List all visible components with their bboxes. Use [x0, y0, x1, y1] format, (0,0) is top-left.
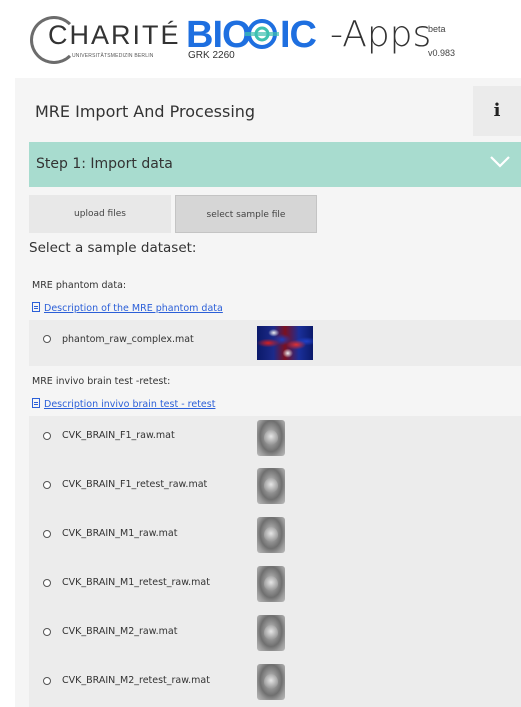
select-dataset-heading: Select a sample dataset: — [29, 240, 197, 256]
phantom-description-link[interactable]: Description of the MRE phantom data — [32, 302, 223, 314]
version-label: v0.983 — [428, 48, 456, 58]
step-1-header[interactable]: Step 1: Import data — [29, 142, 521, 187]
step-1-label: Step 1: Import data — [36, 156, 173, 172]
option-label[interactable]: CVK_BRAIN_F1_raw.mat — [62, 430, 175, 441]
document-icon — [32, 302, 40, 312]
option-label: phantom_raw_complex.mat — [62, 334, 194, 345]
brain-thumbnail — [257, 615, 285, 651]
brain-group-label: MRE invivo brain test -retest: — [32, 376, 171, 387]
chevron-down-icon[interactable] — [489, 154, 511, 170]
bioqic-logo: BIO IC GRK 2260 — [186, 14, 326, 64]
charite-logo-subtext: UNIVERSITÄTSMEDIZIN BERLIN — [72, 53, 154, 59]
panel-title: MRE Import And Processing — [35, 102, 256, 121]
option-label[interactable]: CVK_BRAIN_M1_raw.mat — [62, 528, 177, 539]
option-label[interactable]: CVK_BRAIN_M2_raw.mat — [62, 626, 177, 637]
brain-description-link-text: Description invivo brain test - retest — [44, 399, 216, 410]
mre-import-panel: MRE Import And Processing i Step 1: Impo… — [15, 78, 521, 707]
radio-button[interactable] — [43, 530, 51, 538]
grk-label: GRK 2260 — [188, 50, 235, 61]
app-header: CHARITÉ UNIVERSITÄTSMEDIZIN BERLIN BIO I… — [0, 0, 521, 78]
option-label[interactable]: CVK_BRAIN_M1_retest_raw.mat — [62, 577, 210, 588]
brain-thumbnail — [257, 468, 285, 504]
charite-logo: CHARITÉ UNIVERSITÄTSMEDIZIN BERLIN — [30, 16, 180, 66]
radio-button[interactable] — [43, 335, 51, 343]
bioqic-q-mark-icon — [245, 19, 279, 49]
beta-badge: beta — [428, 24, 446, 34]
phantom-description-link-text: Description of the MRE phantom data — [44, 303, 223, 314]
option-label[interactable]: CVK_BRAIN_M2_retest_raw.mat — [62, 675, 210, 686]
tab-upload-files[interactable]: upload files — [29, 195, 171, 233]
document-icon — [32, 398, 40, 408]
option-label[interactable]: CVK_BRAIN_F1_retest_raw.mat — [62, 479, 207, 490]
phantom-thumbnail — [257, 326, 313, 360]
radio-button[interactable] — [43, 481, 51, 489]
list-item-phantom-raw-complex[interactable]: phantom_raw_complex.mat — [29, 320, 521, 366]
radio-button[interactable] — [43, 677, 51, 685]
tab-select-sample-file[interactable]: select sample file — [175, 195, 317, 233]
phantom-group-label: MRE phantom data: — [32, 280, 127, 291]
charite-logo-text: CHARITÉ — [48, 20, 181, 50]
brain-thumbnail — [257, 566, 285, 602]
radio-button[interactable] — [43, 628, 51, 636]
brain-thumbnail — [257, 664, 285, 700]
apps-title: -Apps — [330, 14, 432, 55]
brain-options-list: CVK_BRAIN_F1_raw.mat CVK_BRAIN_F1_retest… — [29, 416, 521, 707]
radio-button[interactable] — [43, 579, 51, 587]
brain-thumbnail — [257, 420, 285, 456]
info-button[interactable]: i — [473, 86, 521, 136]
radio-button[interactable] — [43, 432, 51, 440]
brain-thumbnail — [257, 517, 285, 553]
bioqic-logo-text-right: IC — [280, 14, 317, 56]
brain-description-link[interactable]: Description invivo brain test - retest — [32, 398, 215, 410]
